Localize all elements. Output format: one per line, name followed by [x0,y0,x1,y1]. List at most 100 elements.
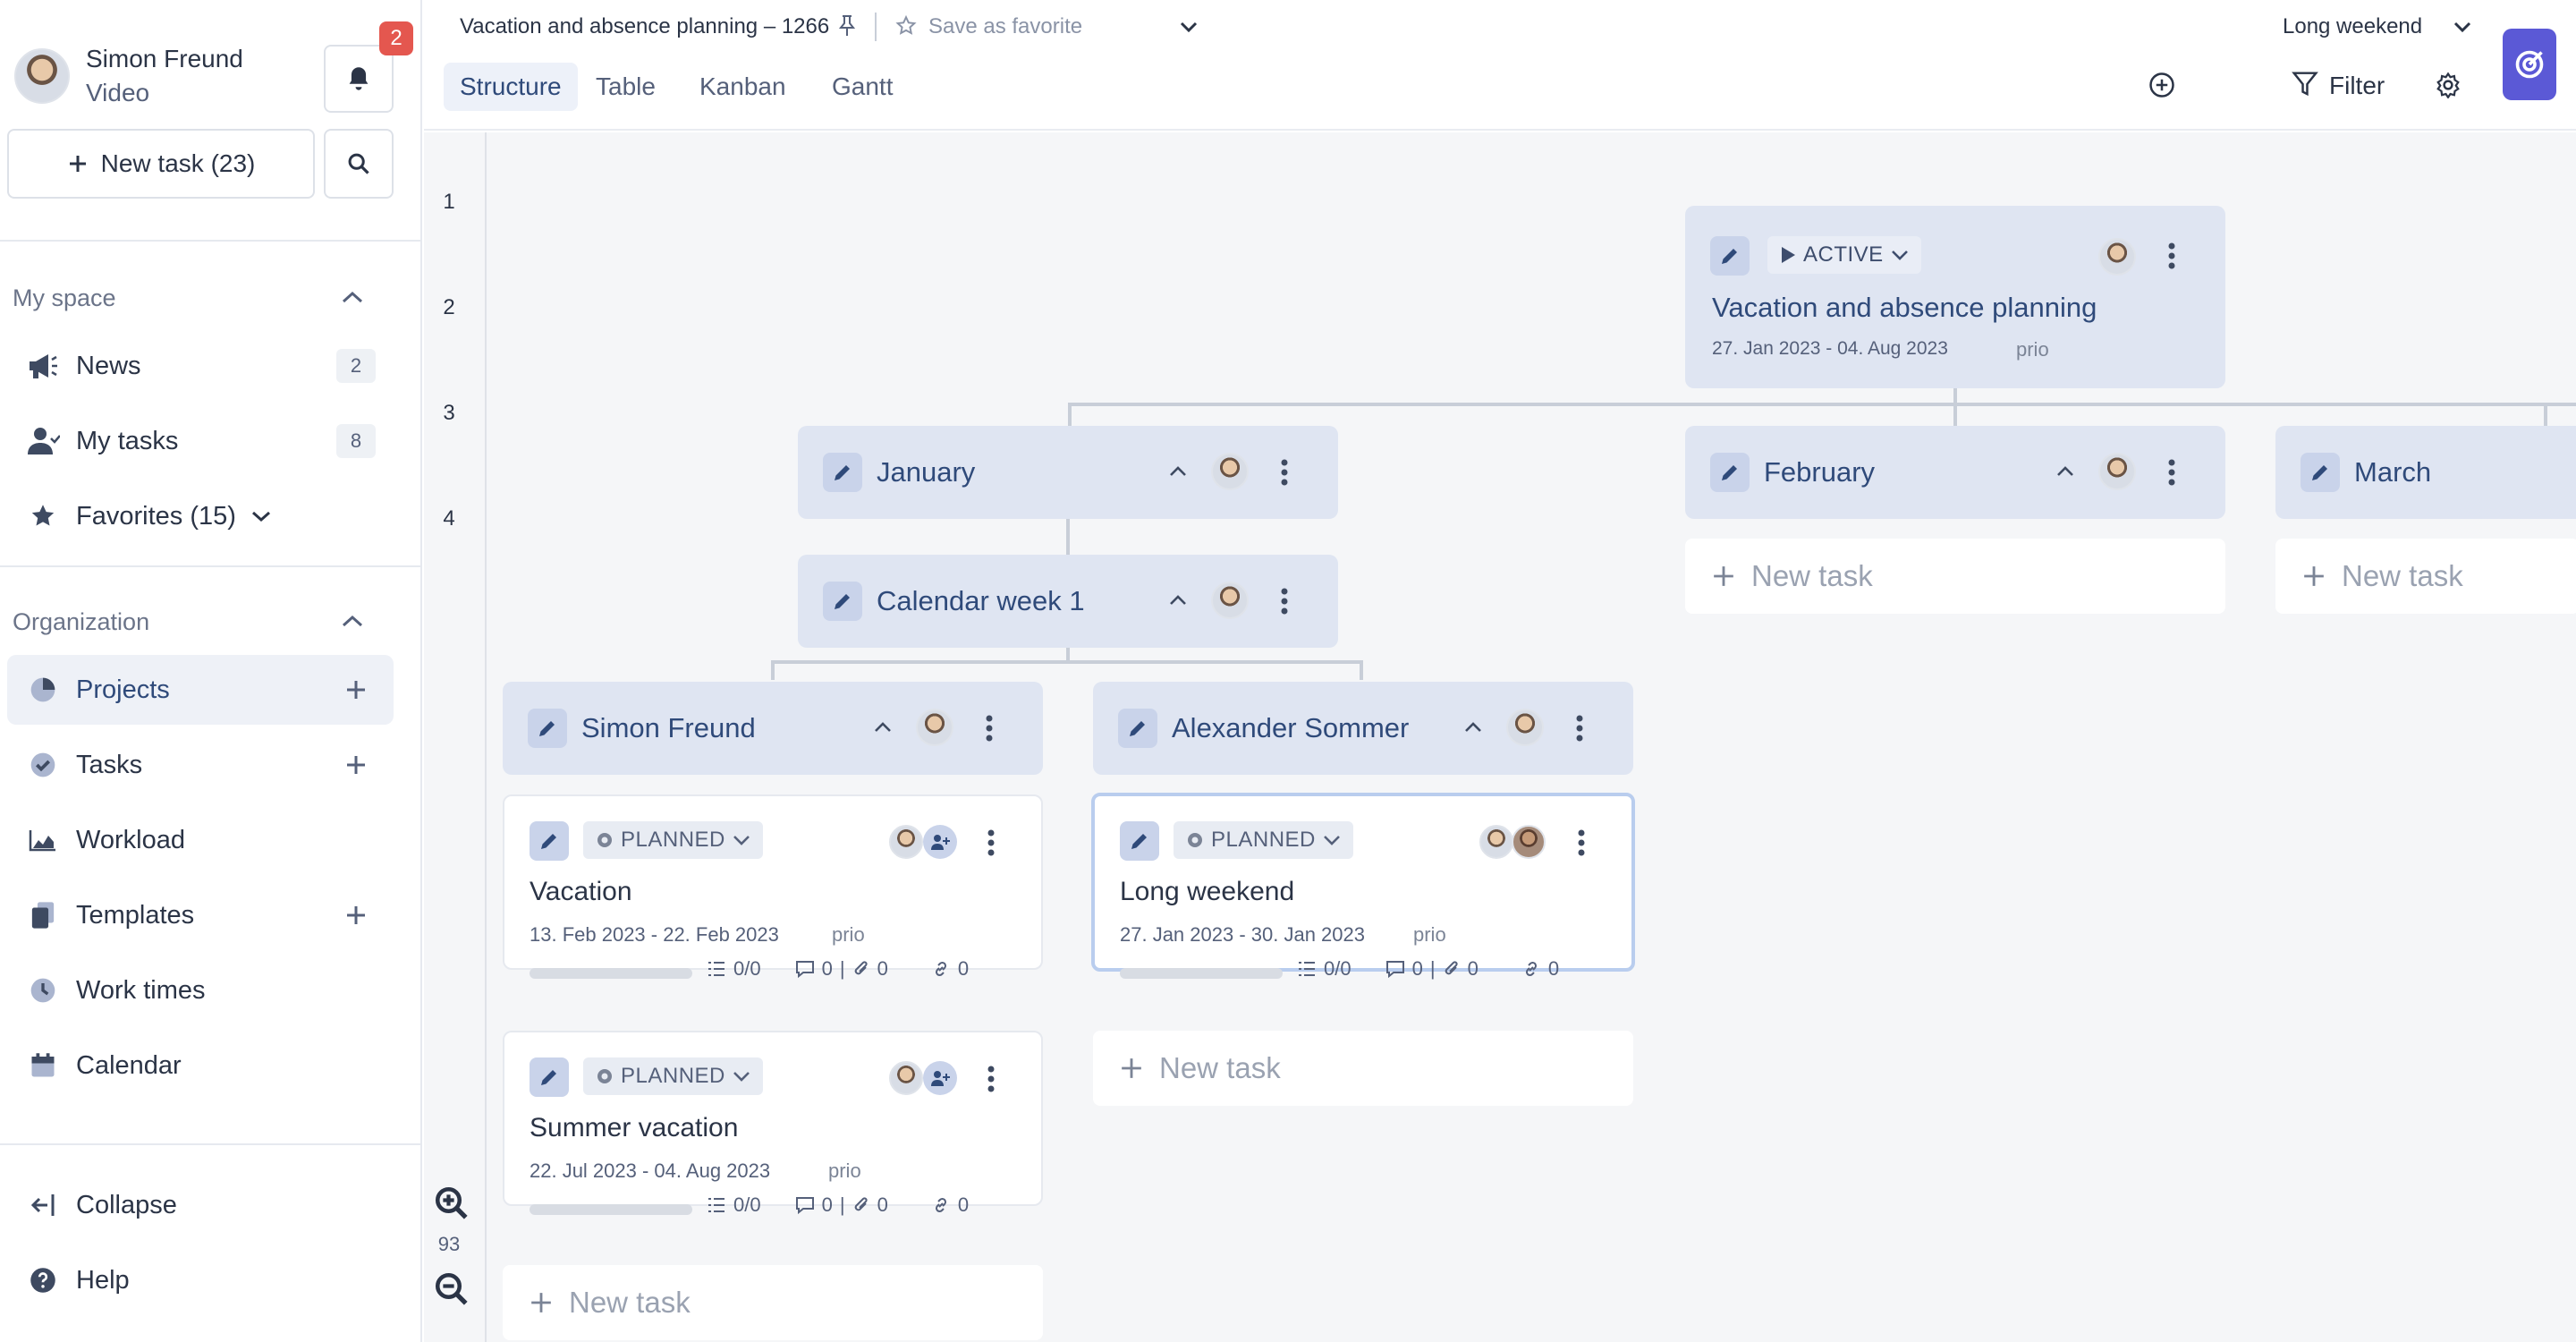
assignee-avatar[interactable] [889,1061,923,1095]
more-options-icon[interactable] [1279,587,1290,616]
add-assignee-button[interactable] [923,825,957,859]
edit-button[interactable] [823,582,862,621]
status-dropdown[interactable]: PLANNED [583,821,763,859]
person-card-simon-freund[interactable]: Simon Freund [503,682,1043,775]
status-dropdown[interactable]: PLANNED [1174,821,1353,859]
more-options-icon[interactable] [986,1065,996,1093]
priority-label[interactable]: prio [1413,923,1446,947]
task-title[interactable]: Long weekend [1120,877,1294,907]
month-card-january[interactable]: January [798,426,1338,519]
structure-canvas[interactable]: 1 2 3 4 93 ACTIVE Vacation and absence p… [424,132,2576,1342]
task-title[interactable]: Vacation [530,877,632,907]
collapse-caret-icon[interactable] [1168,594,1188,607]
tab-structure[interactable]: Structure [444,63,578,111]
edit-button[interactable] [1710,236,1750,276]
group-title[interactable]: March [2354,456,2431,488]
more-options-icon[interactable] [986,828,996,857]
add-circle-icon[interactable] [2148,72,2175,98]
group-title[interactable]: February [1764,456,1875,488]
pin-icon[interactable] [837,14,857,38]
chevron-down-icon[interactable] [2453,20,2472,34]
edit-button[interactable] [1118,709,1157,748]
edit-button[interactable] [1120,821,1159,861]
person-card-alexander-sommer[interactable]: Alexander Sommer [1093,682,1633,775]
chevron-up-icon[interactable] [340,288,365,306]
sidebar-item-templates[interactable]: Templates [7,880,394,950]
search-button[interactable] [324,129,394,199]
group-title[interactable]: Calendar week 1 [877,585,1085,617]
more-options-icon[interactable] [1279,458,1290,487]
priority-label[interactable]: prio [832,923,865,947]
more-options-icon[interactable] [1574,714,1585,743]
task-card-long-weekend[interactable]: PLANNED Long weekend 27. Jan 2023 - 30. … [1091,793,1635,980]
tab-gantt[interactable]: Gantt [816,63,909,111]
sidebar-item-calendar[interactable]: Calendar [7,1031,394,1100]
status-dropdown[interactable]: ACTIVE [1767,236,1921,274]
collapse-caret-icon[interactable] [873,721,893,734]
group-title[interactable]: Simon Freund [581,712,756,744]
status-dropdown[interactable]: PLANNED [583,1057,763,1095]
edit-button[interactable] [530,821,569,861]
new-task-button[interactable]: New task [1685,539,2225,614]
zoom-out-icon[interactable] [433,1270,470,1308]
week-card[interactable]: Calendar week 1 [798,555,1338,648]
more-options-icon[interactable] [2166,458,2177,487]
add-project-icon[interactable] [345,679,367,701]
new-task-button[interactable]: New task [2275,539,2576,614]
collapse-caret-icon[interactable] [1168,465,1188,478]
group-title[interactable]: Alexander Sommer [1172,712,1409,744]
tab-table[interactable]: Table [580,63,672,111]
assignee-avatar[interactable] [2098,453,2136,490]
gear-icon[interactable] [2435,72,2462,98]
user-avatar[interactable] [14,48,70,104]
user-name[interactable]: Simon Freund [86,45,243,73]
new-task-button[interactable]: New task [503,1265,1043,1340]
task-card-summer-vacation[interactable]: PLANNED Summer vacation 22. Jul 2023 - 0… [503,1031,1043,1216]
sidebar-item-my-tasks[interactable]: My tasks 8 [7,406,394,476]
project-root-card[interactable]: ACTIVE Vacation and absence planning 27.… [1685,206,2225,388]
edit-button[interactable] [823,453,862,492]
month-card-february[interactable]: February [1685,426,2225,519]
assignee-avatar[interactable] [1479,825,1513,859]
assignee-avatar[interactable] [916,709,953,746]
zoom-in-icon[interactable] [433,1185,470,1222]
month-card-march[interactable]: March [2275,426,2576,519]
assignee-avatar[interactable] [2098,238,2136,276]
chevron-up-icon[interactable] [340,612,365,630]
sidebar-item-projects[interactable]: Projects [7,655,394,725]
star-outline-icon[interactable] [894,14,918,38]
sidebar-item-workload[interactable]: Workload [7,805,394,875]
tab-kanban[interactable]: Kanban [683,63,802,111]
chevron-down-icon[interactable] [1179,20,1199,34]
add-assignee-button[interactable] [923,1061,957,1095]
add-template-icon[interactable] [345,905,367,926]
new-task-button[interactable]: New task [1093,1031,1633,1106]
sidebar-item-tasks[interactable]: Tasks [7,730,394,800]
view-select[interactable]: Long weekend [2283,14,2422,39]
priority-label[interactable]: prio [2016,338,2049,361]
assignee-avatar[interactable] [1512,825,1546,859]
filter-icon[interactable] [2292,70,2318,98]
edit-button[interactable] [1710,453,1750,492]
sidebar-item-news[interactable]: News 2 [7,331,394,401]
assignee-avatar[interactable] [889,825,923,859]
task-card-vacation[interactable]: PLANNED Vacation 13. Feb 2023 - 22. Feb … [503,794,1043,980]
assignee-avatar[interactable] [1506,709,1544,746]
task-title[interactable]: Summer vacation [530,1113,738,1143]
priority-label[interactable]: prio [828,1159,861,1183]
collapse-button[interactable]: Collapse [7,1170,394,1240]
more-options-icon[interactable] [984,714,995,743]
collapse-caret-icon[interactable] [2055,465,2075,478]
filter-button[interactable]: Filter [2329,72,2385,100]
sidebar-item-work-times[interactable]: Work times [7,956,394,1025]
chevron-down-icon[interactable] [250,508,272,524]
add-task-icon[interactable] [345,754,367,776]
help-button[interactable]: Help [7,1245,394,1315]
app-launcher-button[interactable] [2503,29,2556,100]
edit-button[interactable] [2301,453,2340,492]
more-options-icon[interactable] [2166,242,2177,270]
more-options-icon[interactable] [1576,828,1587,857]
assignee-avatar[interactable] [1211,453,1249,490]
save-as-favorite-link[interactable]: Save as favorite [928,14,1082,39]
assignee-avatar[interactable] [1211,582,1249,619]
